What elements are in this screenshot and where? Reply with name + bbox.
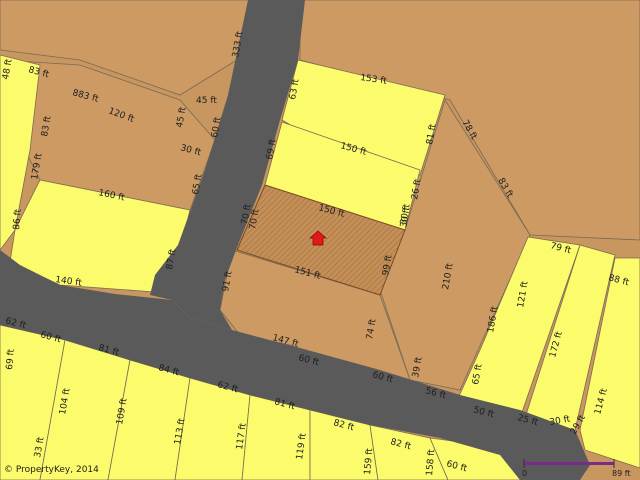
scale-end-label: 89 ft (612, 469, 631, 478)
scale-start-label: 0 (522, 469, 527, 478)
dim-label: 69 ft (5, 348, 17, 370)
dim-label: 86 ft (12, 208, 24, 230)
parcel-map[interactable]: 333 ft 83 ft 883 ft 120 ft 48 ft 45 ft 4… (0, 0, 640, 480)
copyright-text: © PropertyKey, 2014 (4, 465, 99, 475)
dim-label: 45 ft (196, 96, 217, 106)
